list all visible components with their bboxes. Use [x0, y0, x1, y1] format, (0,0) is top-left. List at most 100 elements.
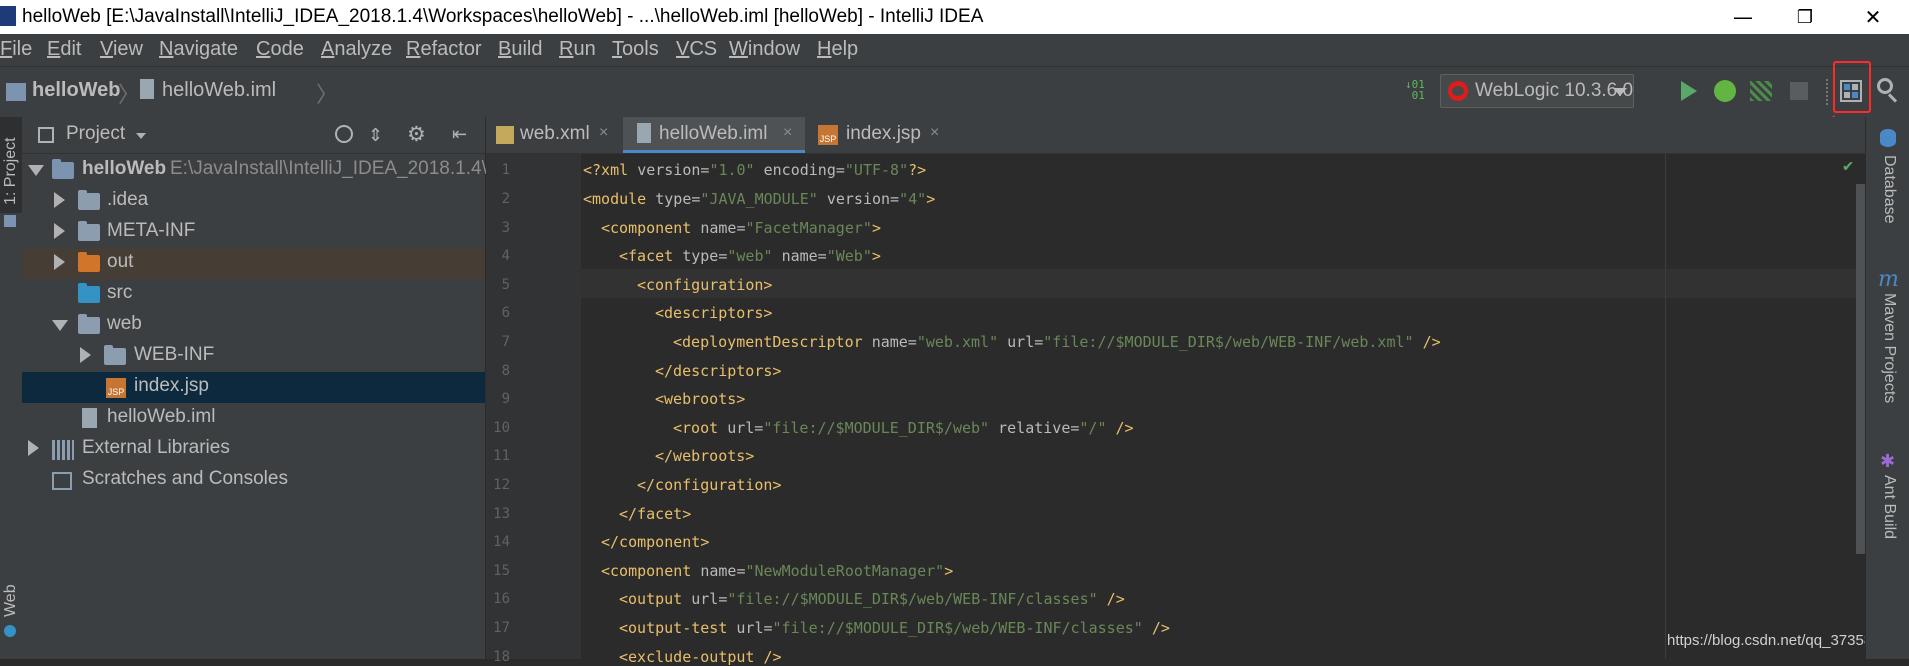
web-folder-icon [78, 314, 100, 334]
tab-index-jsp[interactable]: JSP index.jsp × [806, 117, 956, 153]
left-tool-strip: 1: Project Web [0, 117, 23, 659]
ant-build-tool-tab[interactable]: Ant Build [1880, 475, 1898, 539]
minimize-button[interactable]: — [1713, 0, 1773, 34]
tree-item-web-inf[interactable]: WEB-INF [22, 341, 485, 372]
database-tool-tab[interactable]: Database [1880, 155, 1898, 224]
close-tab-icon[interactable]: × [783, 124, 792, 142]
tree-item-src[interactable]: src [22, 279, 485, 310]
menu-window[interactable]: Window [729, 38, 800, 61]
folder-icon [104, 345, 126, 365]
search-icon-handle [1887, 93, 1898, 103]
maximize-button[interactable]: ❐ [1775, 0, 1835, 34]
menu-view[interactable]: View [100, 38, 143, 61]
scratches-icon [52, 472, 72, 490]
scrollbar-thumb[interactable] [1856, 184, 1865, 554]
breadcrumb-separator: 〉 [316, 82, 339, 107]
iml-file-icon [140, 79, 154, 99]
tree-item-web[interactable]: web [22, 310, 485, 341]
tree-item-index-jsp[interactable]: JSP index.jsp [22, 372, 485, 403]
tree-item-scratches[interactable]: Scratches and Consoles [22, 465, 485, 496]
project-panel-title[interactable]: Project [66, 123, 125, 145]
web-icon [4, 625, 16, 637]
project-tool-tab[interactable]: 1: Project [2, 137, 20, 205]
tab-helloweb-iml[interactable]: helloWeb.iml × [623, 117, 805, 153]
tree-item-meta-inf[interactable]: META-INF [22, 217, 485, 248]
menu-bar: File Edit View Navigate Code Analyze Ref… [0, 34, 1909, 66]
structure-tab-icon[interactable] [4, 215, 16, 227]
menu-edit[interactable]: Edit [47, 38, 81, 61]
run-icon[interactable] [1681, 81, 1697, 101]
chevron-down-icon[interactable] [136, 133, 146, 139]
no-problems-check-icon: ✔ [1843, 156, 1854, 176]
collapse-all-icon[interactable]: ⇕ [368, 125, 383, 146]
iml-file-icon [637, 123, 651, 143]
tree-item-out[interactable]: out [22, 248, 485, 279]
xml-file-icon [496, 126, 514, 144]
maven-projects-tool-tab[interactable]: Maven Projects [1880, 293, 1898, 403]
scroll-from-source-icon[interactable] [335, 125, 353, 143]
breadcrumb-file[interactable]: helloWeb.iml [162, 79, 276, 102]
menu-help[interactable]: Help [817, 38, 858, 61]
current-line-highlight [581, 269, 1865, 298]
tree-item-helloweb-iml[interactable]: helloWeb.iml [22, 403, 485, 434]
menu-analyze[interactable]: Analyze [321, 38, 392, 61]
code-editor[interactable]: ✔ <?xml version="1.0" encoding="UTF-8"?>… [581, 154, 1897, 666]
intellij-app-icon [0, 6, 16, 26]
chevron-down-icon [1613, 88, 1627, 96]
run-with-coverage-icon[interactable] [1750, 81, 1772, 101]
right-margin-guide [1665, 154, 1666, 659]
navigation-bar: helloWeb 〉 helloWeb.iml 〉 ↓01 01 WebLogi… [0, 61, 1909, 118]
editor-gutter: 1 2 3 4 5 6 7 8 9 10 11 12 13 14 15 16 1… [486, 154, 581, 665]
module-folder-icon [6, 83, 26, 101]
window-title: helloWeb [E:\JavaInstall\IntelliJ_IDEA_2… [22, 6, 984, 27]
run-configuration-select[interactable]: WebLogic 10.3.6.0 [1440, 74, 1634, 108]
gear-icon[interactable]: ⚙ [407, 122, 426, 147]
menu-code[interactable]: Code [256, 38, 304, 61]
excluded-folder-icon [78, 252, 100, 272]
search-icon[interactable] [1877, 78, 1893, 94]
breadcrumb-project[interactable]: helloWeb [32, 79, 121, 102]
folder-icon [78, 221, 100, 241]
editor-tabs: web.xml × helloWeb.iml × JSP index.jsp × [486, 117, 1865, 154]
ant-icon: ✱ [1880, 451, 1896, 472]
jsp-file-icon: JSP [818, 125, 838, 145]
run-configuration-label: WebLogic 10.3.6.0 [1475, 80, 1634, 101]
stop-icon [1790, 82, 1808, 100]
module-folder-icon [52, 159, 74, 179]
menu-navigate[interactable]: Navigate [159, 38, 238, 61]
right-tool-strip: Database m Maven Projects ✱ Ant Build [1865, 117, 1909, 659]
menu-vcs[interactable]: VCS [676, 38, 717, 61]
menu-tools[interactable]: Tools [612, 38, 659, 61]
database-icon [1880, 129, 1896, 147]
build-project-icon[interactable]: ↓01 01 [1405, 79, 1427, 103]
project-panel-header: Project ⇕ ⚙ ⇤ [22, 117, 485, 154]
iml-file-icon [82, 408, 97, 428]
menu-file[interactable]: File [0, 38, 32, 61]
debug-icon[interactable] [1714, 80, 1736, 102]
project-view-icon [38, 127, 54, 143]
hide-panel-icon[interactable]: ⇤ [452, 124, 467, 145]
close-tab-icon[interactable]: × [930, 124, 939, 142]
tree-item-helloweb[interactable]: helloWeb E:\JavaInstall\IntelliJ_IDEA_20… [22, 155, 487, 186]
toolbar-separator [1826, 79, 1828, 105]
menu-refactor[interactable]: Refactor [406, 38, 482, 61]
project-structure-icon[interactable] [1840, 80, 1862, 102]
libraries-icon [52, 440, 74, 460]
watermark: https://blog.csdn.net/qq_37358143 [1667, 632, 1898, 649]
tree-item-idea[interactable]: .idea [22, 186, 485, 217]
web-tool-tab[interactable]: Web [2, 584, 20, 617]
close-tab-icon[interactable]: × [599, 124, 608, 142]
menu-build[interactable]: Build [498, 38, 542, 61]
menu-run[interactable]: Run [559, 38, 596, 61]
maven-icon: m [1878, 267, 1899, 292]
jsp-file-icon: JSP [106, 378, 126, 398]
title-bar: helloWeb [E:\JavaInstall\IntelliJ_IDEA_2… [0, 0, 1909, 34]
weblogic-icon [1448, 81, 1468, 101]
folder-icon [78, 190, 100, 210]
close-button[interactable]: ✕ [1843, 0, 1903, 34]
breadcrumb-separator: 〉 [118, 82, 141, 107]
project-panel: Project ⇕ ⚙ ⇤ helloWeb E:\JavaInstall\In… [22, 117, 487, 659]
tab-web-xml[interactable]: web.xml × [486, 117, 622, 153]
tree-item-external-libraries[interactable]: External Libraries [22, 434, 485, 465]
source-folder-icon [78, 283, 100, 303]
